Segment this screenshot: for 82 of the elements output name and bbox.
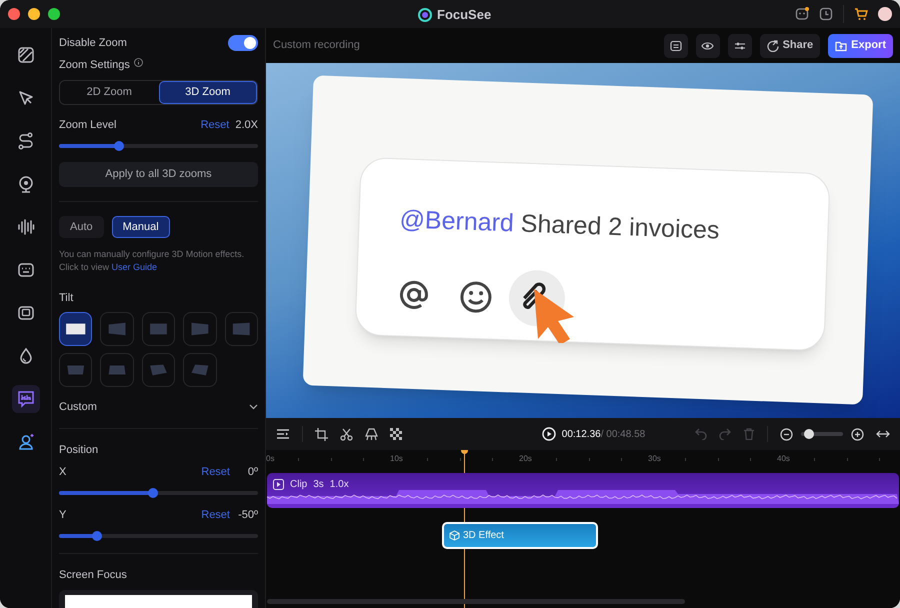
slider-value: 0º [246,464,258,480]
tracks-icon[interactable] [276,428,290,440]
sliders-icon [734,40,746,52]
avatar[interactable] [878,7,892,21]
section-label: Tilt [59,290,74,306]
project-title: Custom recording [273,38,360,54]
ruler-label: 20s [519,453,532,465]
fit-width-icon[interactable] [876,429,890,439]
slider-label: Y [59,508,66,523]
reset-link[interactable]: Reset [201,506,230,524]
reset-link[interactable]: Reset [201,464,230,480]
scissors-icon[interactable] [340,428,353,440]
play-icon[interactable] [542,427,556,441]
mode-tab[interactable]: Auto [59,216,104,238]
ruler-label: 40s [777,453,790,465]
crop-icon[interactable] [315,428,328,440]
effect-label: 3D Effect [463,529,504,543]
window-title: FocuSee [437,6,492,24]
close-button[interactable] [8,8,20,20]
preview-button[interactable] [696,34,720,58]
list-icon [670,40,682,52]
export-icon [835,40,848,52]
current-time: 00:12.36 [562,428,601,440]
scrollbar[interactable] [267,599,685,604]
slider-value: -50º [237,508,258,523]
reset-link[interactable]: Reset [200,116,230,134]
settings-button[interactable] [728,34,752,58]
zoom-in-icon[interactable] [851,428,864,440]
chevron-down-icon[interactable] [249,404,258,410]
mode-tab[interactable]: 2D Zoom [60,81,158,104]
video-icon [273,479,284,490]
spotlight-icon[interactable] [365,428,378,440]
captions-button[interactable] [664,34,688,58]
ruler-label: 0s [266,453,274,465]
effect-block[interactable]: 3D Effect [442,522,598,549]
clip-track[interactable]: Clip 3s 1.0x [267,473,899,508]
total-time: / 00:48.58 [600,428,646,440]
timeline-zoom-slider[interactable] [801,429,843,439]
section-label: Position [59,442,98,458]
toggle-switch[interactable] [228,35,258,51]
tilt-preset[interactable] [59,312,92,346]
robot-icon[interactable] [795,7,809,21]
slider-track[interactable] [59,144,258,148]
slider-thumb[interactable] [92,531,102,541]
message-text: @Bernard Shared 2 invoices [398,204,720,247]
clip-duration: 3s [313,478,324,492]
eye-icon [701,40,714,52]
slider-value: 2.0X [235,118,258,133]
info-icon[interactable] [134,58,143,66]
clip-speed: 1.0x [330,478,349,492]
slider-thumb[interactable] [804,429,814,439]
slider-thumb[interactable] [114,141,124,151]
app-logo-icon [418,8,432,22]
maximize-button[interactable] [48,8,60,20]
cube-icon [449,530,460,541]
ruler-label: 30s [648,453,661,465]
mode-tab[interactable]: 3D Zoom [158,81,257,104]
mode-tab[interactable]: Manual [112,216,170,238]
slider-label: X [59,464,66,480]
cart-icon[interactable] [854,7,868,21]
zoom-out-icon[interactable] [780,428,793,440]
share-button[interactable]: Share [760,34,820,58]
apply-button[interactable]: Apply to all 3D zooms [59,162,258,187]
smiley-icon[interactable] [458,280,494,315]
export-button[interactable]: Export [828,34,893,58]
checkerboard-icon[interactable] [390,428,402,440]
subtitle-tool-icon[interactable] [12,385,40,413]
help-text: You can manually configure 3D Motion effects. Click to view User Guide [59,248,246,274]
minimize-button[interactable] [28,8,40,20]
clip-label: Clip [290,478,308,492]
slider-track[interactable] [59,491,258,495]
user-guide-link[interactable]: User Guide [112,262,158,272]
ruler-label: 10s [390,453,403,465]
slider-thumb[interactable] [148,488,158,498]
paperclip-icon[interactable] [522,282,548,311]
share-icon [766,40,779,52]
section-label: Zoom Settings [59,58,130,73]
dropdown-label: Custom [59,400,97,415]
section-label: Screen Focus [59,568,127,583]
toggle-label: Disable Zoom [59,36,127,51]
clock-icon[interactable] [819,7,833,21]
slider-label: Zoom Level [59,118,116,133]
